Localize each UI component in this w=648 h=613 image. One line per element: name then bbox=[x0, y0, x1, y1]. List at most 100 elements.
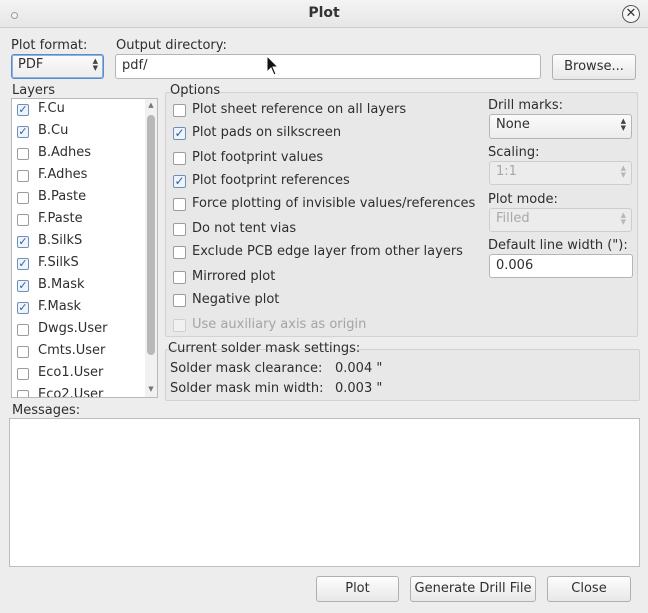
option-label: Plot footprint references bbox=[192, 173, 350, 188]
layers-scroll-thumb[interactable] bbox=[147, 115, 155, 355]
layer-checkbox[interactable] bbox=[17, 214, 29, 226]
scroll-down-icon[interactable]: ▼ bbox=[145, 385, 157, 393]
option-label: Force plotting of invisible values/refer… bbox=[192, 196, 476, 211]
layer-label: F.Mask bbox=[38, 299, 82, 314]
close-button[interactable]: Close bbox=[547, 576, 631, 602]
solder-mask-title: Current solder mask settings: bbox=[168, 341, 361, 356]
layer-checkbox[interactable]: ✓ bbox=[17, 236, 29, 248]
layer-item[interactable]: Dwgs.User bbox=[12, 319, 145, 341]
option-checkbox[interactable] bbox=[173, 294, 186, 307]
layer-checkbox[interactable] bbox=[17, 390, 29, 397]
option-label: Plot sheet reference on all layers bbox=[192, 102, 407, 117]
layer-label: B.Adhes bbox=[38, 145, 91, 160]
option-label: Negative plot bbox=[192, 292, 280, 307]
drill-marks-label: Drill marks: bbox=[488, 98, 563, 113]
window-title: Plot bbox=[308, 5, 340, 21]
messages-textarea[interactable] bbox=[9, 418, 640, 567]
plot-mode-label: Plot mode: bbox=[488, 192, 558, 207]
scaling-value: 1:1 bbox=[496, 164, 517, 179]
messages-label: Messages: bbox=[12, 403, 81, 418]
plot-button[interactable]: Plot bbox=[316, 576, 399, 602]
layer-label: F.Cu bbox=[38, 101, 65, 116]
mouse-cursor-icon bbox=[266, 55, 280, 76]
layer-checkbox[interactable]: ✓ bbox=[17, 302, 29, 314]
layer-label: Dwgs.User bbox=[38, 321, 108, 336]
layer-item[interactable]: F.Paste bbox=[12, 209, 145, 231]
option-checkbox[interactable] bbox=[173, 271, 186, 284]
scaling-label: Scaling: bbox=[488, 145, 540, 160]
updown-arrows-icon: ▲ ▼ bbox=[620, 211, 626, 226]
layer-label: Eco2.User bbox=[38, 387, 104, 398]
browse-button[interactable]: Browse... bbox=[552, 54, 636, 80]
layers-list[interactable]: ✓ F.Cu ✓ B.Cu B.Adhes F.Adhes B.Paste F.Paste ✓ B… bbox=[11, 98, 158, 398]
layer-checkbox[interactable] bbox=[17, 170, 29, 182]
line-width-input[interactable]: 0.006 bbox=[489, 254, 633, 278]
option-label: Plot pads on silkscreen bbox=[192, 125, 342, 140]
layer-item[interactable]: ✓ B.Cu bbox=[12, 121, 145, 143]
updown-arrows-icon: ▲ ▼ bbox=[620, 117, 626, 132]
solder-mask-min-width-value: 0.003 " bbox=[335, 381, 383, 396]
plot-format-value: PDF bbox=[18, 57, 44, 72]
layer-item[interactable]: Cmts.User bbox=[12, 341, 145, 363]
layer-item[interactable]: ✓ F.SilkS bbox=[12, 253, 145, 275]
layer-item[interactable]: ✓ F.Mask bbox=[12, 297, 145, 319]
layer-item[interactable]: ✓ F.Cu bbox=[12, 99, 145, 121]
layer-checkbox[interactable] bbox=[17, 192, 29, 204]
solder-mask-clearance-value: 0.004 " bbox=[335, 361, 383, 376]
layer-checkbox[interactable] bbox=[17, 324, 29, 336]
solder-mask-min-width-label: Solder mask min width: bbox=[170, 381, 324, 396]
option-checkbox bbox=[173, 319, 186, 332]
output-directory-input[interactable]: pdf/ bbox=[115, 54, 541, 79]
option-label: Do not tent vias bbox=[192, 221, 297, 236]
option-checkbox[interactable]: ✓ bbox=[173, 175, 186, 188]
layer-checkbox[interactable]: ✓ bbox=[17, 104, 29, 116]
output-directory-label: Output directory: bbox=[116, 38, 227, 53]
layer-checkbox[interactable]: ✓ bbox=[17, 258, 29, 270]
updown-arrows-icon: ▲ ▼ bbox=[620, 164, 626, 179]
layer-item[interactable]: B.Adhes bbox=[12, 143, 145, 165]
layer-label: B.Mask bbox=[38, 277, 85, 292]
close-icon[interactable]: ✕ bbox=[622, 5, 640, 23]
layer-checkbox[interactable] bbox=[17, 368, 29, 380]
layer-checkbox[interactable] bbox=[17, 346, 29, 358]
layer-item[interactable]: Eco2.User bbox=[12, 385, 145, 398]
option-label: Use auxiliary axis as origin bbox=[192, 317, 367, 332]
options-title: Options bbox=[170, 83, 221, 98]
layer-label: F.Paste bbox=[38, 211, 83, 226]
option-checkbox[interactable] bbox=[173, 246, 186, 259]
line-width-label: Default line width ("): bbox=[488, 238, 628, 253]
layer-label: F.Adhes bbox=[38, 167, 88, 182]
plot-format-select[interactable]: PDF ▲ ▼ bbox=[11, 54, 104, 79]
layer-item[interactable]: ✓ B.Mask bbox=[12, 275, 145, 297]
layer-checkbox[interactable] bbox=[17, 148, 29, 160]
layer-label: F.SilkS bbox=[38, 255, 79, 270]
layer-label: Cmts.User bbox=[38, 343, 106, 358]
option-label: Plot footprint values bbox=[192, 150, 324, 165]
layer-item[interactable]: B.Paste bbox=[12, 187, 145, 209]
option-checkbox[interactable] bbox=[173, 104, 186, 117]
scaling-select: 1:1 ▲ ▼ bbox=[489, 161, 632, 185]
drill-marks-value: None bbox=[496, 117, 530, 132]
solder-mask-clearance-label: Solder mask clearance: bbox=[170, 361, 323, 376]
layer-item[interactable]: Eco1.User bbox=[12, 363, 145, 385]
option-checkbox[interactable] bbox=[173, 198, 186, 211]
plot-format-label: Plot format: bbox=[11, 38, 88, 53]
option-label: Exclude PCB edge layer from other layers bbox=[192, 244, 463, 259]
plot-mode-value: Filled bbox=[496, 211, 530, 226]
option-label: Mirrored plot bbox=[192, 269, 276, 284]
drill-marks-select[interactable]: None ▲ ▼ bbox=[489, 114, 632, 139]
generate-drill-file-button[interactable]: Generate Drill File bbox=[410, 576, 536, 602]
layer-checkbox[interactable]: ✓ bbox=[17, 126, 29, 138]
layer-label: B.Cu bbox=[38, 123, 69, 138]
layer-checkbox[interactable]: ✓ bbox=[17, 280, 29, 292]
option-checkbox[interactable]: ✓ bbox=[173, 127, 186, 140]
plot-mode-select: Filled ▲ ▼ bbox=[489, 208, 632, 232]
layer-item[interactable]: F.Adhes bbox=[12, 165, 145, 187]
option-checkbox[interactable] bbox=[173, 223, 186, 236]
option-checkbox[interactable] bbox=[173, 152, 186, 165]
scroll-up-icon[interactable]: ▲ bbox=[145, 101, 157, 109]
layer-item[interactable]: ✓ B.SilkS bbox=[12, 231, 145, 253]
layer-label: B.Paste bbox=[38, 189, 87, 204]
updown-arrows-icon: ▲ ▼ bbox=[92, 57, 98, 72]
layer-label: Eco1.User bbox=[38, 365, 104, 380]
